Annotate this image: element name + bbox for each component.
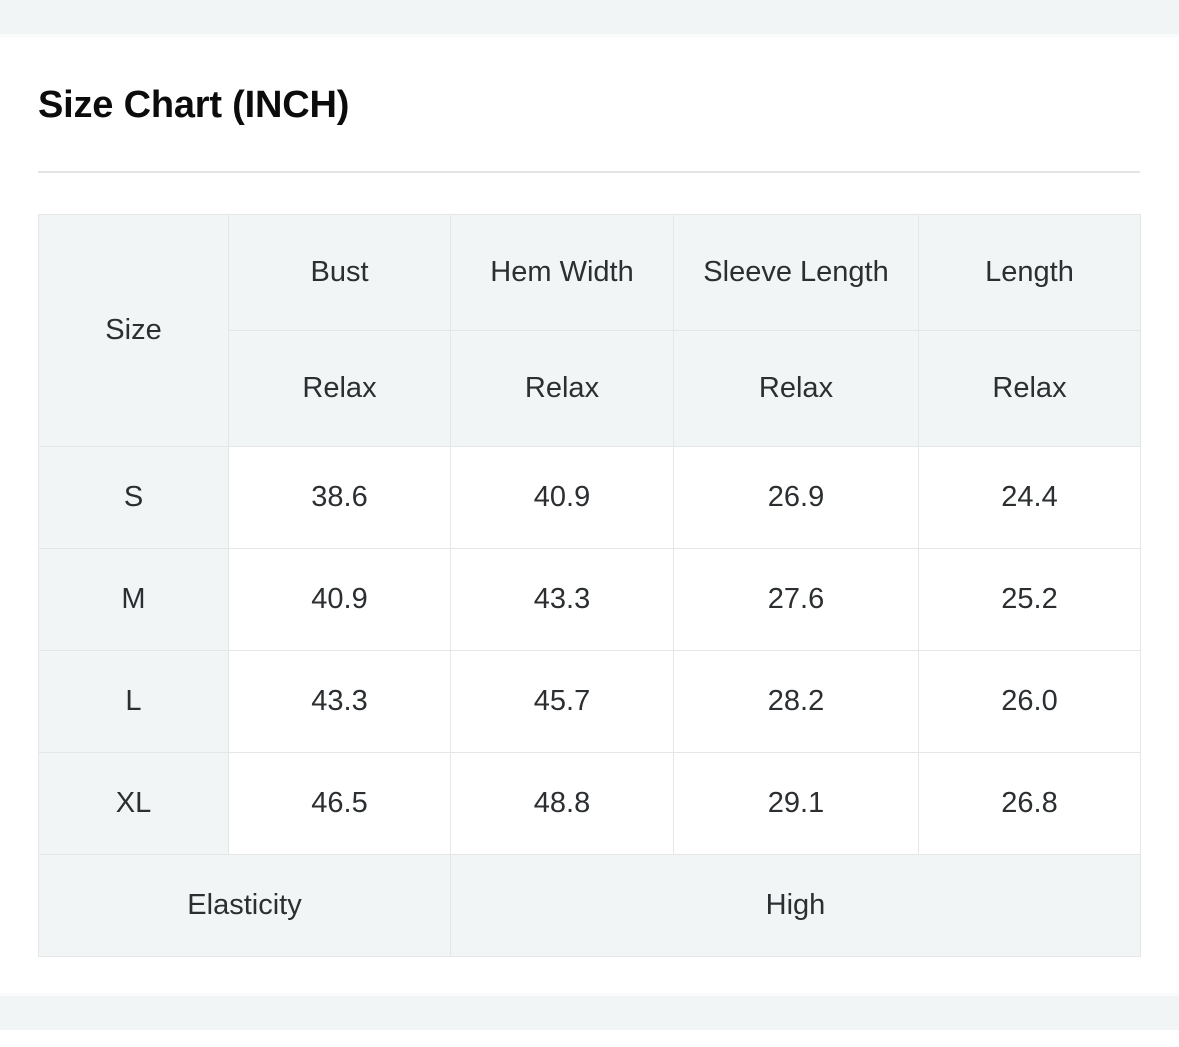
cell-size: L — [38, 650, 229, 753]
table-header-row-primary: Size Bust Hem Width Sleeve Length Length — [38, 214, 1141, 447]
table-row: M 40.9 43.3 27.6 25.2 — [38, 548, 1141, 651]
cell-sleeve-length: 29.1 — [673, 752, 919, 855]
cell-bust: 46.5 — [228, 752, 451, 855]
size-chart-content: Size Chart (INCH) Size Bust Hem Width Sl… — [0, 37, 1179, 993]
header-cell-length: Length — [918, 214, 1141, 331]
cell-size: M — [38, 548, 229, 651]
cell-sleeve-length: 27.6 — [673, 548, 919, 651]
cell-length: 24.4 — [918, 446, 1141, 549]
header-cell-size: Size — [38, 214, 229, 447]
header-cell-sleeve-length-fit: Relax — [673, 330, 919, 447]
cell-bust: 43.3 — [228, 650, 451, 753]
cell-length: 26.8 — [918, 752, 1141, 855]
table-row: S 38.6 40.9 26.9 24.4 — [38, 446, 1141, 549]
header-cell-hem-width: Hem Width — [450, 214, 674, 331]
size-table-container: Size Bust Hem Width Sleeve Length Length… — [38, 214, 1141, 957]
title-divider — [38, 171, 1140, 173]
cell-hem-width: 40.9 — [450, 446, 674, 549]
cell-hem-width: 43.3 — [450, 548, 674, 651]
footer-label-elasticity: Elasticity — [38, 854, 451, 957]
table-row: XL 46.5 48.8 29.1 26.8 — [38, 752, 1141, 855]
table-footer-row: Elasticity High — [38, 854, 1141, 957]
page-title: Size Chart (INCH) — [38, 84, 350, 126]
header-cell-sleeve-length: Sleeve Length — [673, 214, 919, 331]
cell-sleeve-length: 28.2 — [673, 650, 919, 753]
header-cell-bust-fit: Relax — [228, 330, 451, 447]
cell-size: S — [38, 446, 229, 549]
footer-value-elasticity: High — [450, 854, 1141, 957]
header-cell-hem-width-fit: Relax — [450, 330, 674, 447]
cell-bust: 38.6 — [228, 446, 451, 549]
size-chart-table: Size Bust Hem Width Sleeve Length Length… — [38, 214, 1141, 957]
page-bottom-band — [0, 996, 1179, 1030]
cell-bust: 40.9 — [228, 548, 451, 651]
cell-size: XL — [38, 752, 229, 855]
cell-sleeve-length: 26.9 — [673, 446, 919, 549]
size-chart-page: Size Chart (INCH) Size Bust Hem Width Sl… — [0, 0, 1179, 1047]
header-cell-bust: Bust — [228, 214, 451, 331]
page-top-band — [0, 0, 1179, 34]
cell-length: 26.0 — [918, 650, 1141, 753]
cell-hem-width: 48.8 — [450, 752, 674, 855]
header-cell-length-fit: Relax — [918, 330, 1141, 447]
table-row: L 43.3 45.7 28.2 26.0 — [38, 650, 1141, 753]
cell-length: 25.2 — [918, 548, 1141, 651]
cell-hem-width: 45.7 — [450, 650, 674, 753]
